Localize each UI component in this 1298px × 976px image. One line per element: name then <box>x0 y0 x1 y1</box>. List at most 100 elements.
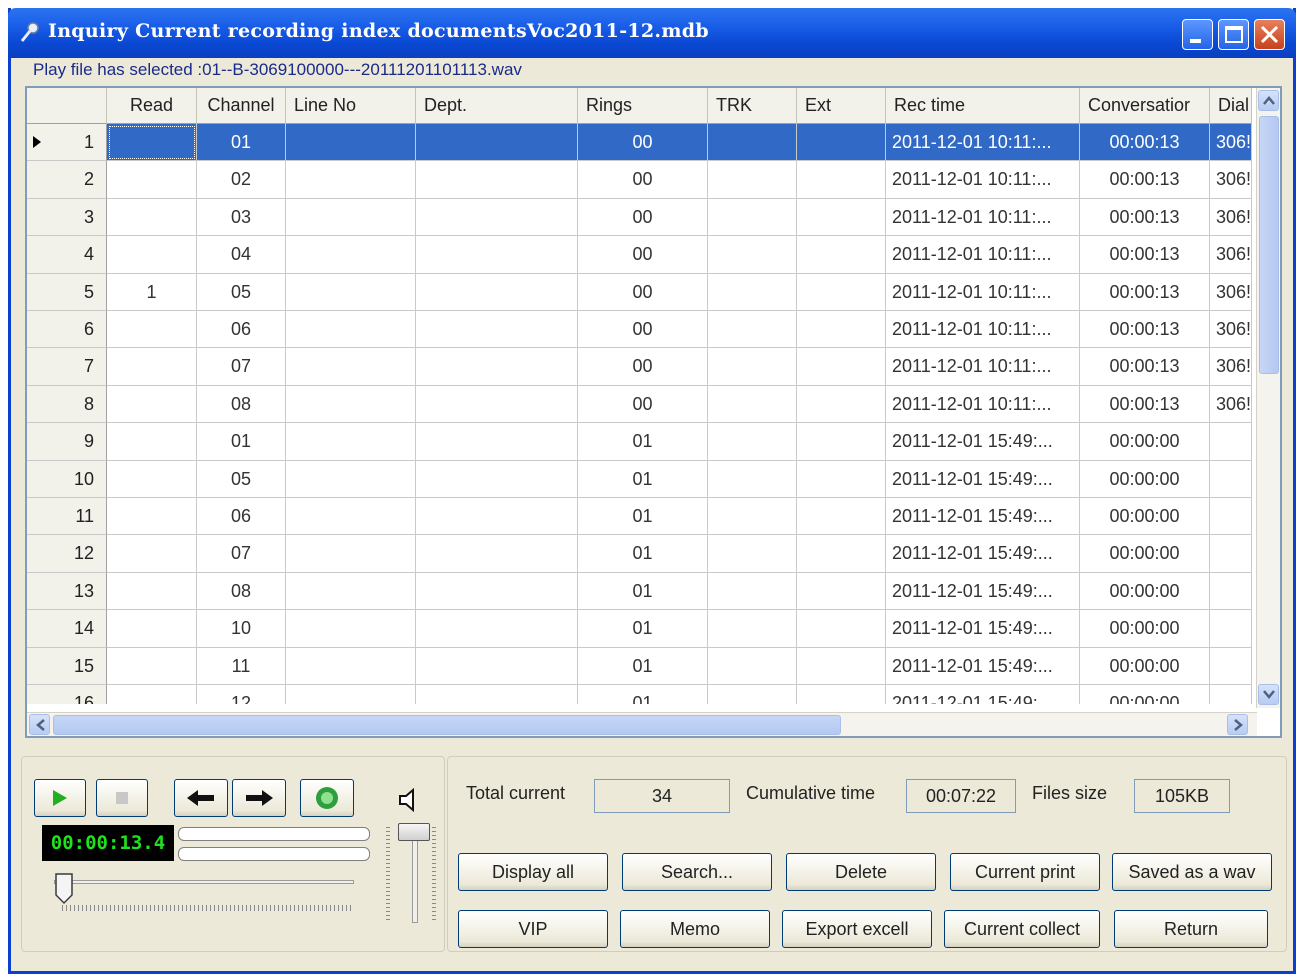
cell-line <box>286 348 416 386</box>
scroll-right-button[interactable] <box>1227 714 1248 735</box>
progress-bar-right <box>178 847 370 861</box>
column-header-rec-time[interactable]: Rec time <box>886 88 1080 124</box>
volume-slider-thumb[interactable] <box>398 823 430 841</box>
saved-as-wav-button[interactable]: Saved as a wav <box>1112 853 1272 891</box>
table-row[interactable]: 14 10 01 2011-12-01 15:49:... 00:00:00 <box>27 610 1252 648</box>
column-header-read[interactable]: Read <box>107 88 197 124</box>
row-number[interactable]: 8 <box>27 385 107 424</box>
cell-trk <box>708 572 797 611</box>
scroll-left-button[interactable] <box>29 714 50 735</box>
cell-rec: 2011-12-01 15:49:... <box>886 460 1080 498</box>
row-number[interactable]: 14 <box>27 610 107 648</box>
row-number[interactable]: 11 <box>27 498 107 536</box>
row-number[interactable]: 7 <box>27 348 107 386</box>
column-header-conversation[interactable]: Conversatior <box>1080 88 1210 124</box>
seek-track[interactable] <box>54 880 354 884</box>
previous-button[interactable] <box>174 779 228 817</box>
cell-ext <box>797 460 886 498</box>
cell-dept <box>416 124 578 162</box>
play-button[interactable] <box>34 779 86 817</box>
display-all-button[interactable]: Display all <box>458 853 608 891</box>
table-row[interactable]: 5 1 05 00 2011-12-01 10:11:... 00:00:13 306! <box>27 273 1252 311</box>
cell-channel: 05 <box>197 460 286 498</box>
selected-file-label: Play file has selected :01--B-3069100000… <box>33 60 522 79</box>
vip-button[interactable]: VIP <box>458 910 608 948</box>
maximize-button[interactable] <box>1218 19 1249 50</box>
recordings-table[interactable]: Read Channel Line No Dept. Rings TRK Ext… <box>25 86 1282 738</box>
scroll-down-button[interactable] <box>1258 684 1279 705</box>
column-header-trk[interactable]: TRK <box>708 88 797 124</box>
cell-dept <box>416 273 578 311</box>
row-number[interactable]: 5 <box>27 273 107 311</box>
cell-trk <box>708 460 797 498</box>
player-panel: 00:00:13.4 <box>21 756 445 952</box>
cell-rec: 2011-12-01 10:11:... <box>886 311 1080 349</box>
cell-read <box>107 124 197 162</box>
row-number[interactable]: 4 <box>27 236 107 274</box>
row-number[interactable]: 16 <box>27 685 107 704</box>
table-row[interactable]: 3 03 00 2011-12-01 10:11:... 00:00:13 306! <box>27 198 1252 237</box>
table-row[interactable]: 9 01 01 2011-12-01 15:49:... 00:00:00 <box>27 423 1252 461</box>
cell-trk <box>708 273 797 311</box>
stop-button[interactable] <box>96 779 148 817</box>
cell-dial: 306! <box>1210 385 1252 424</box>
horizontal-scroll-thumb[interactable] <box>53 715 841 735</box>
memo-button[interactable]: Memo <box>620 910 770 948</box>
volume-track[interactable] <box>412 827 418 923</box>
table-row[interactable]: 11 06 01 2011-12-01 15:49:... 00:00:00 <box>27 498 1252 536</box>
row-number[interactable]: 2 <box>27 161 107 199</box>
export-excel-button[interactable]: Export excell <box>782 910 932 948</box>
row-number[interactable]: 13 <box>27 572 107 611</box>
current-print-button[interactable]: Current print <box>950 853 1100 891</box>
row-number[interactable]: 15 <box>27 647 107 685</box>
next-button[interactable] <box>232 779 286 817</box>
vertical-scrollbar[interactable] <box>1256 88 1280 708</box>
cell-conv: 00:00:13 <box>1080 198 1210 237</box>
return-button[interactable]: Return <box>1114 910 1268 948</box>
close-button[interactable] <box>1254 19 1285 50</box>
column-header-dept[interactable]: Dept. <box>416 88 578 124</box>
minimize-button[interactable] <box>1182 19 1213 50</box>
cell-dept <box>416 572 578 611</box>
column-header-line-no[interactable]: Line No <box>286 88 416 124</box>
column-header-dial[interactable]: Dial <box>1210 88 1252 124</box>
cell-dial: 306! <box>1210 124 1252 162</box>
table-row[interactable]: 1 01 00 2011-12-01 10:11:... 00:00:13 306! <box>27 124 1252 162</box>
table-row[interactable]: 4 04 00 2011-12-01 10:11:... 00:00:13 306! <box>27 236 1252 274</box>
table-row[interactable]: 12 07 01 2011-12-01 15:49:... 00:00:00 <box>27 535 1252 573</box>
search-button[interactable]: Search... <box>622 853 772 891</box>
vertical-scroll-thumb[interactable] <box>1259 116 1279 374</box>
cell-rec: 2011-12-01 10:11:... <box>886 348 1080 386</box>
cell-trk <box>708 198 797 237</box>
cell-rings: 00 <box>578 236 708 274</box>
table-row[interactable]: 8 08 00 2011-12-01 10:11:... 00:00:13 306! <box>27 385 1252 424</box>
current-collect-button[interactable]: Current collect <box>944 910 1100 948</box>
column-header-channel[interactable]: Channel <box>197 88 286 124</box>
seek-slider-thumb[interactable] <box>54 873 74 905</box>
column-header-ext[interactable]: Ext <box>797 88 886 124</box>
table-row[interactable]: 13 08 01 2011-12-01 15:49:... 00:00:00 <box>27 572 1252 611</box>
chevron-down-icon <box>1263 690 1275 699</box>
cell-read <box>107 348 197 386</box>
cell-dept <box>416 498 578 536</box>
row-number[interactable]: 6 <box>27 311 107 349</box>
row-number[interactable]: 12 <box>27 535 107 573</box>
delete-button[interactable]: Delete <box>786 853 936 891</box>
files-size-value: 105KB <box>1134 779 1230 813</box>
record-button[interactable] <box>300 779 354 817</box>
table-row[interactable]: 6 06 00 2011-12-01 10:11:... 00:00:13 306! <box>27 311 1252 349</box>
title-bar[interactable]: Inquiry Current recording index document… <box>8 8 1296 58</box>
table-row[interactable]: 7 07 00 2011-12-01 10:11:... 00:00:13 306! <box>27 348 1252 386</box>
cell-conv: 00:00:00 <box>1080 535 1210 573</box>
horizontal-scrollbar[interactable] <box>27 712 1257 736</box>
table-row[interactable]: 15 11 01 2011-12-01 15:49:... 00:00:00 <box>27 647 1252 685</box>
column-header-rings[interactable]: Rings <box>578 88 708 124</box>
row-number[interactable]: 10 <box>27 460 107 498</box>
cell-ext <box>797 198 886 237</box>
table-row[interactable]: 16 12 01 2011-12-01 15:49:... 00:00:00 <box>27 685 1252 704</box>
table-row[interactable]: 2 02 00 2011-12-01 10:11:... 00:00:13 306! <box>27 161 1252 199</box>
row-number[interactable]: 3 <box>27 198 107 237</box>
scroll-up-button[interactable] <box>1258 90 1279 111</box>
table-row[interactable]: 10 05 01 2011-12-01 15:49:... 00:00:00 <box>27 460 1252 498</box>
row-number[interactable]: 9 <box>27 423 107 461</box>
